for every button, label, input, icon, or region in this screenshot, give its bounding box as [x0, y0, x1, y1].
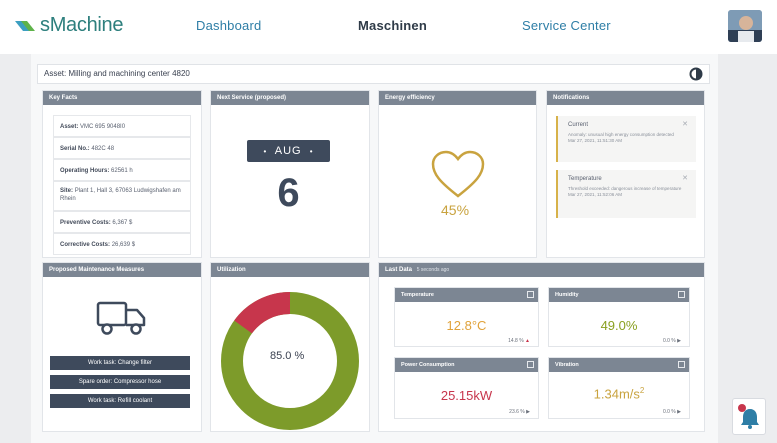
temperature-tile[interactable]: Temperature 12.8°C 14.8 % ▲ [394, 287, 539, 347]
temperature-trend: 14.8 % ▲ [508, 338, 530, 344]
user-photo-icon [728, 10, 762, 42]
trend-up-icon: ▲ [525, 338, 530, 344]
expand-icon[interactable] [527, 361, 534, 368]
calendar-month-header: • AUG • [247, 140, 330, 162]
key-facts-title: Key Facts [43, 91, 201, 105]
utilization-value: 85.0 % [270, 350, 305, 362]
notification-body: Anomaly: unusual high energy consumption… [568, 132, 674, 143]
next-service-calendar: • AUG • 6 [247, 140, 330, 224]
vibration-value: 1.34m/s2 [593, 386, 645, 402]
key-fact-preventive-costs: Preventive Costs: 6,367 $ [53, 211, 191, 233]
spare-order-compressor-hose-button[interactable]: Spare order: Compressor hose [50, 375, 190, 389]
top-navigation-bar: sMachine Dashboard Maschinen Service Cen… [0, 0, 777, 54]
asset-toggle-icon[interactable] [689, 67, 703, 81]
vibration-tile[interactable]: Vibration 1.34m/s2 0.0 % ▶ [548, 357, 690, 419]
key-fact-operating-hours: Operating Hours: 62561 h [53, 159, 191, 181]
vibration-title: Vibration [555, 362, 579, 368]
last-data-header: Last Data 5 seconds ago [379, 263, 704, 277]
trend-right-icon: ▶ [677, 338, 681, 344]
trend-right-icon: ▶ [526, 409, 530, 415]
close-icon[interactable]: ✕ [682, 174, 688, 182]
last-data-title: Last Data [385, 267, 413, 273]
close-icon[interactable]: ✕ [682, 120, 688, 128]
notification-body: Threshold exceeded: dangerous increase o… [568, 186, 682, 197]
notification-bell-button[interactable] [732, 398, 766, 435]
brand-logo[interactable]: sMachine [14, 14, 124, 37]
energy-efficiency-title: Energy efficiency [379, 91, 536, 105]
notifications-title: Notifications [547, 91, 704, 105]
asset-selector[interactable]: Asset: Milling and machining center 4820 [37, 64, 710, 84]
nav-service-center[interactable]: Service Center [522, 18, 611, 33]
last-data-subtitle: 5 seconds ago [416, 267, 450, 273]
notification-item[interactable]: Temperature Threshold exceeded: dangerou… [556, 170, 696, 218]
truck-icon [96, 301, 146, 335]
nav-dashboard[interactable]: Dashboard [196, 18, 261, 33]
work-task-refill-coolant-button[interactable]: Work task: Refill coolant [50, 394, 190, 408]
calendar-day: 6 [277, 171, 300, 215]
expand-icon[interactable] [678, 361, 685, 368]
notification-title: Temperature [568, 176, 602, 182]
key-fact-site: Site: Plant 1, Hall 3, 67063 Ludwigshafe… [53, 181, 191, 211]
nav-maschinen[interactable]: Maschinen [358, 18, 427, 33]
power-consumption-title: Power Consumption [401, 362, 455, 368]
expand-icon[interactable] [678, 291, 685, 298]
key-facts-panel: Key Facts Asset: VMC 695 9048I0 Serial N… [42, 90, 202, 258]
humidity-value: 49.0% [600, 318, 638, 333]
power-consumption-trend: 23.6 % ▶ [509, 409, 530, 415]
temperature-value: 12.8°C [446, 318, 487, 333]
humidity-trend: 0.0 % ▶ [662, 338, 681, 344]
key-fact-asset: Asset: VMC 695 9048I0 [53, 115, 191, 137]
utilization-remaining-arc [234, 292, 291, 334]
maintenance-title: Proposed Maintenance Measures [43, 263, 201, 277]
power-consumption-value: 25.15kW [440, 388, 493, 403]
key-fact-corrective-costs: Corrective Costs: 26,639 $ [53, 233, 191, 255]
humidity-title: Humidity [555, 292, 579, 298]
smachine-logo-icon [15, 20, 35, 31]
trend-right-icon: ▶ [677, 409, 681, 415]
user-avatar[interactable] [728, 10, 762, 42]
notification-title: Current [568, 122, 589, 128]
temperature-title: Temperature [401, 292, 434, 298]
notification-item[interactable]: Current Anomaly: unusual high energy con… [556, 116, 696, 162]
asset-label: Asset: Milling and machining center 4820 [44, 69, 190, 78]
vibration-trend: 0.0 % ▶ [662, 409, 681, 415]
power-consumption-tile[interactable]: Power Consumption 25.15kW 23.6 % ▶ [394, 357, 539, 419]
work-task-change-filter-button[interactable]: Work task: Change filter [50, 356, 190, 370]
key-fact-serial: Serial No.: 482C 48 [53, 137, 191, 159]
energy-efficiency-value: 45% [441, 202, 470, 218]
calendar-month: AUG [274, 145, 302, 157]
next-service-title: Next Service (proposed) [211, 91, 369, 105]
heart-icon [431, 150, 485, 198]
bell-icon [738, 404, 759, 429]
expand-icon[interactable] [527, 291, 534, 298]
brand-name: sMachine [40, 14, 124, 36]
utilization-title: Utilization [211, 263, 369, 277]
humidity-tile[interactable]: Humidity 49.0% 0.0 % ▶ [548, 287, 690, 347]
